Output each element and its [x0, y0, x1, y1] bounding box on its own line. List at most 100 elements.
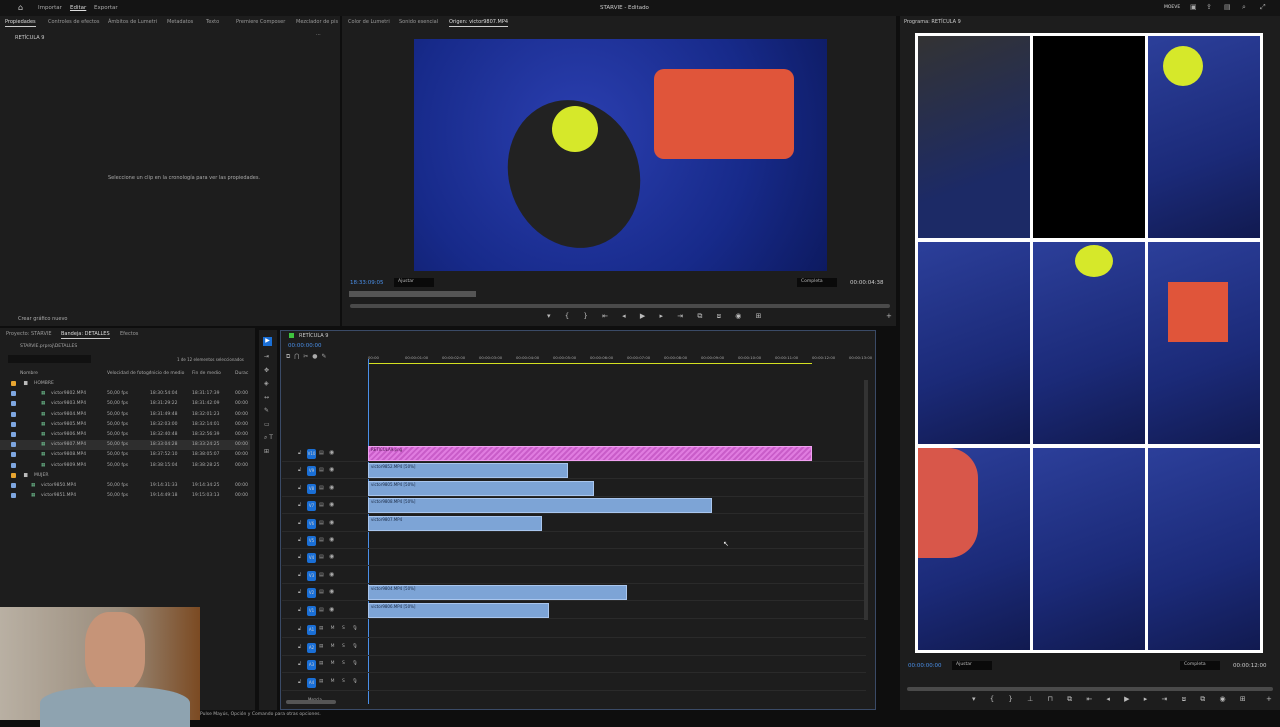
sync-lock-icon[interactable]: ▤ — [319, 450, 324, 456]
eye-icon[interactable]: ◉ — [329, 606, 334, 613]
label-color-icon[interactable] — [11, 401, 16, 407]
tab-source-clip[interactable]: Origen: victor9807.MP4 — [449, 19, 509, 27]
timeline-clip[interactable]: victor9805.MP4 [50%] — [368, 480, 594, 496]
clip-row[interactable]: ▦ victor9803.MP4 50,00 fps 18:31:29:22 18:31… — [0, 399, 250, 409]
label-color-icon[interactable] — [11, 493, 16, 499]
audio-track-toggle[interactable]: A3 — [307, 660, 316, 670]
sync-lock-icon[interactable]: ▤ — [319, 520, 324, 526]
lock-icon[interactable]: 🔓︎ — [298, 589, 301, 595]
lock-icon[interactable]: 🔓︎ — [298, 502, 301, 508]
more-options-icon[interactable]: ⋯ — [316, 32, 321, 38]
track-target-toggle[interactable]: V8 — [307, 483, 316, 494]
menu-importar[interactable]: Importar — [38, 5, 62, 11]
tab-metadatos[interactable]: Metadatos — [167, 19, 193, 25]
program-timecode[interactable]: 00:00:00:00 — [908, 663, 942, 669]
clip-row[interactable]: ▦ victor9809.MP4 50,00 fps 18:38:15:04 18:38… — [0, 461, 250, 471]
eye-icon[interactable]: ◉ — [329, 536, 334, 543]
timeline-timecode[interactable]: 00:00:00:00 — [288, 343, 322, 349]
timeline-clip[interactable]: RETICULA9.png — [368, 446, 812, 461]
sync-lock-icon[interactable]: ▤ — [319, 554, 324, 560]
timeline-scrollbar[interactable] — [286, 700, 336, 704]
clip-row[interactable]: ▦ victor9808.MP4 50,00 fps 18:37:52:10 18:38… — [0, 450, 250, 460]
timeline-vertical-scrollbar[interactable] — [864, 380, 868, 620]
folder-row[interactable]: ▆ HOMBRE — [0, 379, 250, 389]
tab-efectos[interactable]: Efectos — [120, 331, 138, 337]
track-target-toggle[interactable]: V5 — [307, 536, 316, 546]
label-color-icon[interactable] — [11, 483, 16, 488]
clapper-icon[interactable]: ▤ — [1224, 3, 1231, 11]
eye-icon[interactable]: ◉ — [329, 449, 334, 456]
audio-track-toggle[interactable]: A2 — [307, 642, 316, 653]
source-scrollbar[interactable] — [350, 304, 890, 308]
sync-lock-icon[interactable]: ▤ — [319, 589, 324, 595]
sequence-tab[interactable]: RETÍCULA 9 — [299, 333, 328, 339]
eye-icon[interactable]: ◉ — [329, 519, 334, 526]
clip-row[interactable]: ▦ victor9805.MP4 50,00 fps 18:32:03:00 18:32… — [0, 420, 250, 430]
lock-icon[interactable]: 🔓︎ — [298, 467, 301, 473]
sync-lock-icon[interactable]: ▤ — [319, 502, 324, 508]
eye-icon[interactable]: ◉ — [329, 501, 334, 508]
label-color-icon[interactable] — [11, 472, 16, 478]
lock-icon[interactable]: 🔓︎ — [298, 537, 301, 543]
timeline-clip[interactable]: victor9808.MP4 [50%] — [368, 498, 713, 514]
timeline-tool-icons[interactable]: ⧉⋂✂●✎ — [286, 353, 331, 361]
sync-lock-icon[interactable]: ▤ — [319, 485, 324, 491]
lock-icon[interactable]: 🔓︎ — [298, 554, 301, 560]
source-in-out-range[interactable] — [349, 291, 476, 297]
label-color-icon[interactable] — [11, 381, 16, 386]
column-header[interactable]: Inicio de medio — [150, 371, 184, 376]
source-fit-dropdown[interactable]: Ajustar — [394, 278, 434, 287]
lock-icon[interactable]: 🔓︎ — [298, 520, 301, 526]
tab-propiedades[interactable]: Propiedades — [5, 19, 36, 27]
track-target-toggle[interactable]: V9 — [307, 466, 316, 477]
program-add-icon[interactable]: + — [1266, 695, 1272, 703]
label-color-icon[interactable] — [11, 462, 16, 468]
label-color-icon[interactable] — [11, 442, 16, 448]
clip-row[interactable]: ▦ victor9804.MP4 50,00 fps 18:31:49:48 18:32… — [0, 410, 250, 420]
label-color-icon[interactable] — [11, 432, 16, 437]
selection-tool-icon[interactable]: ▶ — [263, 337, 272, 346]
program-fit-dropdown[interactable]: Ajustar — [952, 661, 992, 670]
tab-sonido-esencial[interactable]: Sonido esencial — [399, 19, 438, 25]
track-target-toggle[interactable]: V1 — [307, 605, 316, 616]
lock-icon[interactable]: 🔓︎ — [298, 450, 301, 456]
mute-solo-mic-icons[interactable]: ▤ M S 🎙︎ — [319, 679, 361, 684]
fullscreen-icon[interactable]: ⤢ — [1260, 3, 1266, 12]
label-color-icon[interactable] — [11, 452, 16, 458]
clip-row[interactable]: ▦ victor9851.MP4 50,00 fps 19:14:49:18 19:15… — [0, 491, 250, 501]
mute-solo-mic-icons[interactable]: ▤ M S 🎙︎ — [319, 661, 361, 666]
mute-solo-mic-icons[interactable]: ▤ M S 🎙︎ — [319, 626, 361, 631]
clip-row[interactable]: ▦ victor9850.MP4 50,00 fps 19:14:31:33 19:14… — [0, 481, 250, 491]
audio-track-toggle[interactable]: A4 — [307, 677, 316, 688]
home-icon[interactable]: ⌂ — [18, 3, 23, 12]
menu-exportar[interactable]: Exportar — [94, 5, 118, 11]
tab-bandeja[interactable]: Bandeja: DETALLES — [61, 331, 110, 339]
timeline-clip[interactable]: victor9806.MP4 [50%] — [368, 602, 550, 618]
program-transport-controls[interactable]: ▾ { } ⊥ ⊓ ⧉ ⇤ ◂ ▶ ▸ ⇥ ⧈ ⧉ ◉ ⊞ — [972, 695, 1252, 704]
track-target-toggle[interactable]: V10 — [307, 449, 316, 459]
audio-track-toggle[interactable]: A1 — [307, 625, 316, 635]
sync-lock-icon[interactable]: ▤ — [319, 537, 324, 543]
menu-editar[interactable]: Editar — [70, 5, 86, 11]
program-scrollbar[interactable] — [907, 687, 1273, 691]
column-header[interactable]: Durac — [235, 371, 248, 376]
tab-controles-efectos[interactable]: Controles de efectos — [48, 19, 99, 25]
track-target-toggle[interactable]: V7 — [307, 501, 316, 512]
new-graphic-button[interactable]: Crear gráfico nuevo — [18, 316, 68, 322]
eye-icon[interactable]: ◉ — [329, 484, 334, 491]
timeline-clip[interactable]: victor9807.MP4 — [368, 515, 542, 531]
program-quality-dropdown[interactable]: Completa — [1180, 661, 1220, 670]
panel-icon[interactable]: ▣ — [1190, 3, 1197, 11]
eye-icon[interactable]: ◉ — [329, 466, 334, 473]
workspace-label[interactable]: MOEVE — [1164, 5, 1180, 10]
add-button-icon[interactable]: + — [886, 312, 892, 320]
lock-icon[interactable]: 🔓︎ — [298, 572, 301, 578]
clip-row[interactable]: ▦ victor9806.MP4 50,00 fps 18:32:40:48 18:32… — [0, 430, 250, 440]
lock-icon[interactable]: 🔓︎ — [298, 644, 301, 650]
lock-icon[interactable]: 🔓︎ — [298, 485, 301, 491]
label-color-icon[interactable] — [11, 421, 16, 427]
tab-mezclador[interactable]: Mezclador de pis — [296, 19, 338, 25]
search-icon[interactable]: ⌕ — [1242, 3, 1246, 12]
tab-premiere-composer[interactable]: Premiere Composer — [236, 19, 285, 25]
track-target-toggle[interactable]: V6 — [307, 518, 316, 529]
